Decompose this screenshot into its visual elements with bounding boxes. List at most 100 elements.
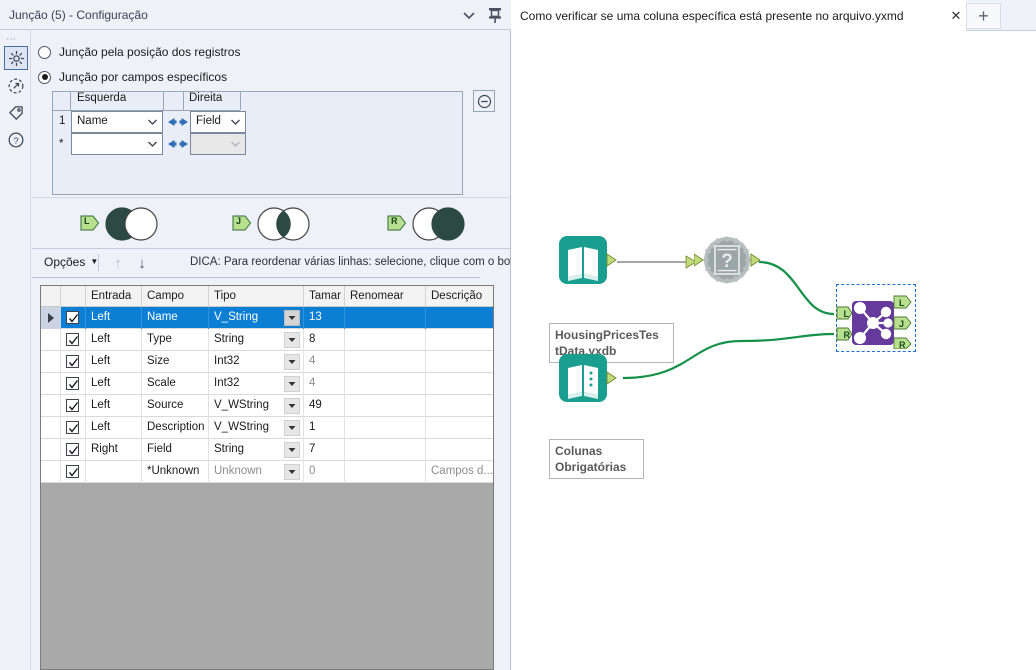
right-only-output-button[interactable]: R <box>387 201 507 247</box>
table-row[interactable]: Left Type String 8 <box>41 329 493 351</box>
mapping-header-right: Direita <box>189 92 223 104</box>
move-down-button[interactable]: ↓ <box>132 253 152 273</box>
inner-join-output-button[interactable]: J <box>232 201 352 247</box>
grid-header-tamanho[interactable]: Tamar <box>309 290 341 302</box>
grid-cell-sep <box>85 461 86 483</box>
cell-tamanho[interactable]: 0 <box>309 465 315 477</box>
tool-field-info[interactable]: ? <box>693 236 762 291</box>
cell-campo[interactable]: Size <box>147 355 169 367</box>
mapping-right-field-select-1[interactable]: Field <box>190 111 246 133</box>
cell-entrada[interactable]: Left <box>91 377 110 389</box>
mapping-left-field-select-1[interactable]: Name <box>71 111 163 133</box>
cell-campo[interactable]: Source <box>147 399 183 411</box>
chevron-down-icon <box>231 119 240 125</box>
row-checkbox[interactable] <box>66 443 79 456</box>
cell-tipo[interactable]: V_WString <box>214 421 269 433</box>
move-up-button[interactable]: ↑ <box>108 253 128 273</box>
cell-tamanho[interactable]: 1 <box>309 421 315 433</box>
cell-descricao[interactable]: Campos d... <box>431 465 493 477</box>
minus-circle-icon <box>477 94 491 108</box>
type-dropdown-button[interactable] <box>284 354 300 370</box>
cell-entrada[interactable]: Left <box>91 399 110 411</box>
row-checkbox[interactable] <box>66 333 79 346</box>
radio-join-by-fields[interactable]: Junção por campos específicos <box>38 70 227 84</box>
tool-input-data-housing[interactable] <box>559 236 617 291</box>
row-checkbox[interactable] <box>66 465 79 478</box>
type-dropdown-button[interactable] <box>284 310 300 326</box>
new-tab-button[interactable]: + <box>966 3 1001 29</box>
mapping-move-arrows-1[interactable] <box>165 115 191 129</box>
gear-icon[interactable] <box>4 46 28 70</box>
chevron-down-icon[interactable] <box>458 4 480 26</box>
grid-header-tipo[interactable]: Tipo <box>214 290 236 302</box>
row-checkbox[interactable] <box>66 311 79 324</box>
grid-cell-sep <box>141 439 142 461</box>
help-icon[interactable]: ? <box>4 128 28 152</box>
type-dropdown-button[interactable] <box>284 332 300 348</box>
cell-campo[interactable]: Field <box>147 443 172 455</box>
cell-tamanho[interactable]: 49 <box>309 399 322 411</box>
cell-campo[interactable]: Description <box>147 421 205 433</box>
close-tab-icon[interactable]: ✕ <box>948 8 964 24</box>
left-only-output-button[interactable]: L <box>80 201 200 247</box>
table-row[interactable]: Left Source V_WString 49 <box>41 395 493 417</box>
cell-entrada[interactable]: Left <box>91 311 110 323</box>
cell-tamanho[interactable]: 4 <box>309 355 315 367</box>
cell-tamanho[interactable]: 8 <box>309 333 315 345</box>
grid-header-descricao[interactable]: Descrição <box>431 290 482 302</box>
row-checkbox[interactable] <box>66 399 79 412</box>
table-row[interactable]: Right Field String 7 <box>41 439 493 461</box>
cell-entrada[interactable]: Left <box>91 421 110 433</box>
tool-text-input-colunas[interactable] <box>559 354 617 409</box>
cell-entrada[interactable]: Right <box>91 443 118 455</box>
mapping-right-field-value-1: Field <box>196 115 221 127</box>
cell-tipo[interactable]: V_WString <box>214 399 269 411</box>
cell-campo[interactable]: *Unknown <box>147 465 199 477</box>
cell-tipo[interactable]: String <box>214 333 244 345</box>
cell-entrada[interactable]: Left <box>91 333 110 345</box>
tag-icon[interactable] <box>4 101 28 125</box>
field-selection-grid[interactable]: Entrada Campo Tipo Tamar Renomear Descri… <box>40 285 494 670</box>
grid-header-campo[interactable]: Campo <box>147 290 184 302</box>
grid-header-renomear[interactable]: Renomear <box>350 290 404 302</box>
cell-tipo[interactable]: Int32 <box>214 355 240 367</box>
cell-tipo[interactable]: Unknown <box>214 465 262 477</box>
cell-tamanho[interactable]: 13 <box>309 311 322 323</box>
mapping-left-field-select-2[interactable] <box>71 133 163 155</box>
cell-tipo[interactable]: Int32 <box>214 377 240 389</box>
cell-tipo[interactable]: String <box>214 443 244 455</box>
tool-join[interactable]: L R L J R <box>836 287 916 352</box>
pin-icon[interactable] <box>484 4 506 26</box>
runtime-icon[interactable] <box>4 74 28 98</box>
cell-campo[interactable]: Name <box>147 311 178 323</box>
table-row[interactable]: Left Scale Int32 4 <box>41 373 493 395</box>
type-dropdown-button[interactable] <box>284 442 300 458</box>
cell-entrada[interactable]: Left <box>91 355 110 367</box>
radio-join-by-position[interactable]: Junção pela posição dos registros <box>38 45 240 59</box>
workflow-tab[interactable]: Como verificar se uma coluna específica … <box>511 0 966 31</box>
row-checkbox[interactable] <box>66 377 79 390</box>
type-dropdown-button[interactable] <box>284 420 300 436</box>
cell-tipo[interactable]: V_String <box>214 311 258 323</box>
row-checkbox[interactable] <box>66 421 79 434</box>
cell-campo[interactable]: Type <box>147 333 172 345</box>
table-row[interactable]: *Unknown Unknown 0 Campos d... <box>41 461 493 483</box>
svg-text:L: L <box>844 309 850 319</box>
cell-tamanho[interactable]: 7 <box>309 443 315 455</box>
cell-campo[interactable]: Scale <box>147 377 176 389</box>
options-menu-button[interactable]: Opções ▼ <box>40 253 102 271</box>
grid-cell-sep <box>344 307 345 329</box>
table-row[interactable]: Left Name V_String 13 <box>41 307 493 329</box>
cell-tamanho[interactable]: 4 <box>309 377 315 389</box>
table-row[interactable]: Left Size Int32 4 <box>41 351 493 373</box>
grid-header-entrada[interactable]: Entrada <box>91 290 131 302</box>
row-checkbox[interactable] <box>66 355 79 368</box>
workflow-canvas[interactable]: HousingPricesTes tData.yxdb ? Colunas Ob… <box>511 31 1036 670</box>
mapping-move-arrows-2[interactable] <box>165 137 191 151</box>
grid-cell-sep <box>141 351 142 373</box>
remove-join-row-button[interactable] <box>473 90 495 112</box>
type-dropdown-button[interactable] <box>284 464 300 480</box>
type-dropdown-button[interactable] <box>284 398 300 414</box>
table-row[interactable]: Left Description V_WString 1 <box>41 417 493 439</box>
type-dropdown-button[interactable] <box>284 376 300 392</box>
